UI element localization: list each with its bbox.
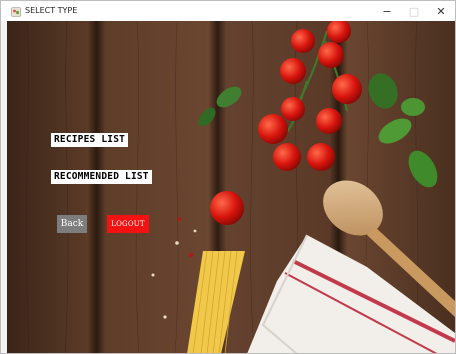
recipes-list-button[interactable]: RECIPES LIST: [51, 133, 129, 147]
window-title: SELECT TYPE: [25, 6, 78, 15]
main-panel: RECIPES LIST RECOMMENDED LIST Back LOGOU…: [7, 21, 455, 353]
maximize-button[interactable]: □: [400, 1, 428, 21]
recommended-list-button[interactable]: RECOMMENDED LIST: [51, 170, 152, 184]
minimize-button[interactable]: −: [373, 1, 401, 21]
title-bar[interactable]: SELECT TYPE − □ ✕: [1, 1, 455, 21]
app-window: SELECT TYPE − □ ✕ RECIPES LIST RECOMMEND…: [0, 0, 456, 354]
close-button[interactable]: ✕: [427, 1, 455, 21]
logout-button[interactable]: LOGOUT: [107, 215, 149, 233]
app-icon: [11, 7, 21, 17]
back-button[interactable]: Back: [57, 215, 87, 233]
kitchen-background-image: [7, 21, 455, 353]
